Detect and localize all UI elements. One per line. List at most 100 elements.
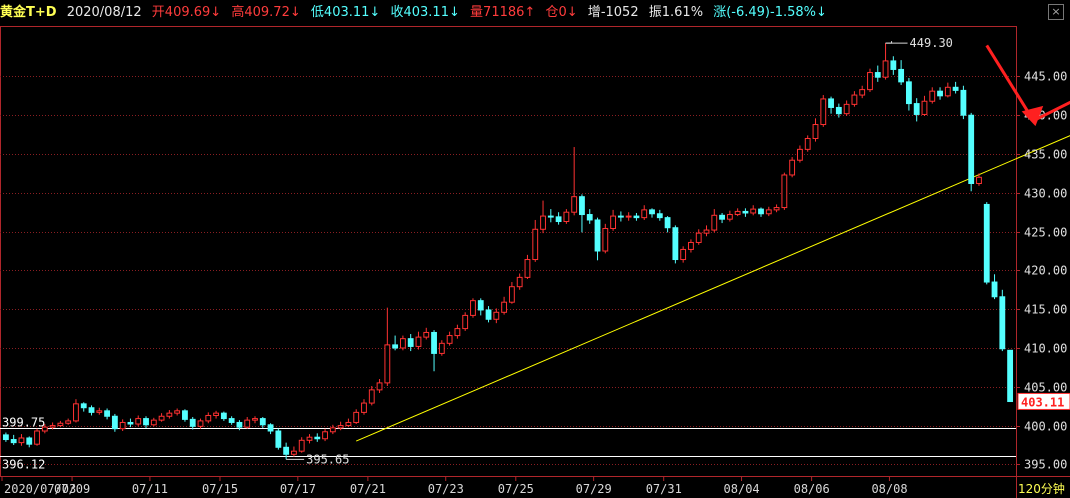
candle [361,399,367,415]
candle [882,43,889,80]
close-icon[interactable]: × [1048,4,1064,20]
candle-body [306,436,313,441]
candle [820,95,827,127]
candle-body [516,276,523,288]
candle-body [291,450,297,455]
candle-body [462,314,469,330]
candle [641,205,648,220]
candle [189,417,196,430]
candle [431,330,437,372]
candle-body [501,301,508,313]
candle [579,194,585,233]
min-label: 395.65 [306,452,349,466]
candle-body [758,208,764,215]
candle-body [649,209,655,215]
candle-body [960,89,967,116]
candle-body [10,439,17,444]
candle-body [617,215,624,218]
candle-body [540,215,546,230]
candle-body [477,300,484,311]
candle [758,207,764,217]
y-tick-label: 445.00 [1024,70,1067,84]
candle [205,412,212,424]
increase-value: 增-1052 [587,5,639,20]
candle-body [361,402,367,413]
candle-body [143,418,149,426]
candle-body [929,90,936,102]
candle-body [384,344,391,384]
candle [158,413,165,422]
candle [540,200,546,234]
candle-body [119,421,126,430]
candle [664,216,671,233]
candle-body [158,415,165,421]
candle [10,434,17,445]
candle [368,386,375,406]
candle [524,254,531,279]
y-tick-label: 405.00 [1024,381,1067,395]
candle-body [890,60,897,70]
candle [812,118,819,142]
x-tick-label: 07/15 [202,482,238,496]
price-chart[interactable]: 399.75 396.12 395.00 400.00 405.00 410.00 415… [0,0,1070,498]
y-tick-label: 410.00 [1024,342,1067,356]
candle-body [610,215,617,230]
candle [874,65,881,82]
y-tick-label: 395.00 [1024,458,1067,472]
candle-body [625,215,632,218]
candle [306,434,313,444]
x-axis: 2020/07/0307/09 07/11 07/15 07/17 07/21 07/23… [1,476,1065,496]
y-tick-label: 435.00 [1024,148,1067,162]
candle-body [407,338,414,347]
candle [135,415,142,427]
candle [781,172,788,210]
candle [726,210,733,222]
y-tick-label: 430.00 [1024,187,1067,201]
candle-body [26,437,33,445]
x-tick-label: 07/09 [54,482,90,496]
candle-body [322,431,328,440]
candle-body [773,207,780,211]
candle [501,296,508,315]
candle-body [329,427,336,433]
candle-body [968,114,975,184]
x-tick-label: 07/11 [132,482,168,496]
x-tick-label: 08/04 [724,482,760,496]
candle-body [781,174,788,209]
candle-body [213,412,219,416]
candle [656,209,663,221]
candle [913,98,920,122]
candle [96,407,103,415]
candle [182,409,188,422]
candle-body [150,419,157,426]
candle-body [835,106,842,115]
candle-body [259,418,266,426]
candle [446,331,453,346]
candle [859,85,866,99]
candle-body [423,331,430,338]
reference-line-label: 396.12 [2,458,45,472]
candle [127,418,134,428]
candle [423,327,430,340]
x-tick-label: 08/08 [871,482,907,496]
candle [905,77,912,111]
y-tick-label: 415.00 [1024,303,1067,317]
candle-body [1007,349,1014,403]
candle [547,209,554,223]
candle [898,60,905,85]
candle-body [96,410,103,413]
candle [267,423,274,435]
candle-body [252,418,258,421]
candle-body [571,196,578,213]
y-tick-label: 425.00 [1024,226,1067,240]
candle-body [859,89,866,96]
x-tick-label: 07/25 [498,482,534,496]
candle-body [586,214,593,221]
candle [586,209,593,224]
x-tick-label: 07/17 [280,482,316,496]
candle [376,379,383,393]
candle [415,331,422,350]
candle-body [999,296,1006,350]
y-tick-label: 420.00 [1024,264,1067,278]
candle-body [34,430,40,445]
